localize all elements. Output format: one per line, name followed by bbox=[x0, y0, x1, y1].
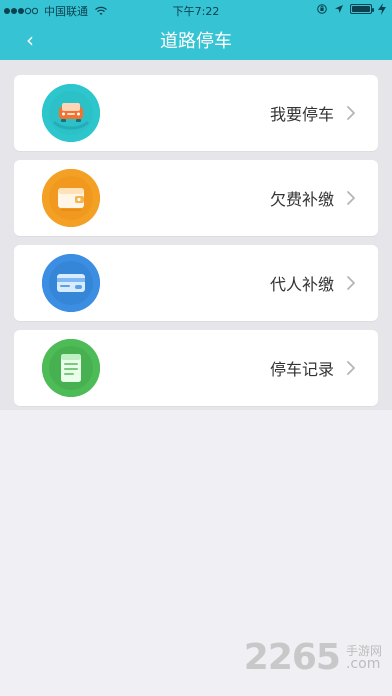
battery-icon bbox=[350, 4, 374, 14]
watermark-text: 手游网 .com bbox=[346, 645, 382, 671]
lock-rotation-icon bbox=[317, 4, 327, 14]
watermark-top-text: 手游网 bbox=[345, 643, 382, 658]
menu-item-label: 停车记录 bbox=[269, 360, 334, 379]
menu-item-label: 我要停车 bbox=[269, 105, 334, 124]
page-title: 道路停车 bbox=[160, 31, 232, 52]
menu-item-label: 代人补缴 bbox=[269, 275, 334, 294]
watermark-logo: 2265 手游网 .com bbox=[244, 637, 382, 678]
watermark-bottom-text: .com bbox=[345, 655, 381, 672]
wallet-icon bbox=[42, 169, 100, 227]
chevron-right-icon bbox=[344, 101, 358, 125]
chevron-right-icon bbox=[344, 271, 358, 295]
records-icon bbox=[42, 339, 100, 397]
menu-item-arrears-payment[interactable]: 欠费补缴 bbox=[14, 160, 378, 236]
menu-item-parking-records[interactable]: 停车记录 bbox=[14, 330, 378, 406]
chevron-right-icon bbox=[344, 356, 358, 380]
chevron-right-icon bbox=[344, 186, 358, 210]
menu-item-pay-for-others[interactable]: 代人补缴 bbox=[14, 245, 378, 321]
menu-panel: 我要停车 欠费补缴 代人补缴 停车记录 bbox=[0, 60, 392, 410]
card-icon bbox=[42, 254, 100, 312]
navigation-bar: ‹ 道路停车 bbox=[0, 20, 392, 60]
status-right bbox=[316, 3, 386, 15]
chevron-left-icon: ‹ bbox=[26, 28, 34, 52]
menu-item-park[interactable]: 我要停车 bbox=[14, 75, 378, 151]
back-button[interactable]: ‹ bbox=[18, 26, 42, 54]
status-bar: 中国联通 下午7:22 bbox=[0, 0, 392, 20]
car-icon bbox=[42, 84, 100, 142]
menu-item-label: 欠费补缴 bbox=[269, 190, 334, 209]
app-header: 中国联通 下午7:22 ‹ 道路停车 bbox=[0, 0, 392, 60]
watermark-number: 2265 bbox=[243, 637, 341, 678]
charging-icon bbox=[378, 3, 386, 15]
location-arrow-icon bbox=[335, 5, 343, 13]
